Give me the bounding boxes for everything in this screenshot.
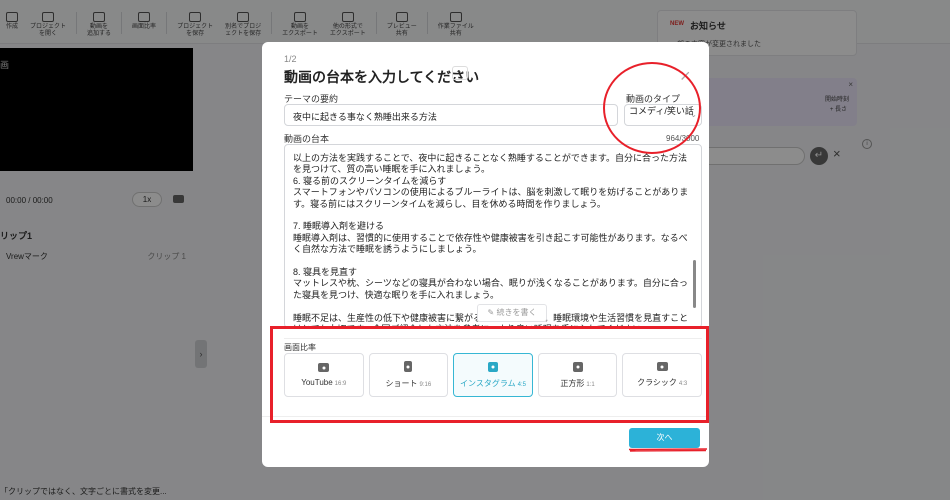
annotation-circle: [603, 62, 701, 154]
magic-wand-icon: ✎: [487, 308, 495, 317]
theme-input[interactable]: 夜中に起きる事なく熟睡出来る方法: [284, 104, 618, 126]
next-button[interactable]: 次へ: [629, 428, 700, 448]
dialog-title: 動画の台本を入力してください: [284, 69, 480, 85]
annotation-rectangle: [270, 326, 709, 423]
script-scrollbar[interactable]: [693, 260, 696, 308]
continue-writing-button[interactable]: ✎ 続きを書く: [477, 304, 547, 322]
script-textarea[interactable]: 以上の方法を実践することで、夜中に起きることなく熟睡することができます。自分に合…: [284, 144, 702, 328]
annotation-underline: [628, 448, 708, 452]
continue-writing-label: 続きを書く: [496, 308, 537, 317]
step-indicator: 1/2: [284, 54, 297, 64]
more-options-button[interactable]: ···: [452, 66, 468, 80]
